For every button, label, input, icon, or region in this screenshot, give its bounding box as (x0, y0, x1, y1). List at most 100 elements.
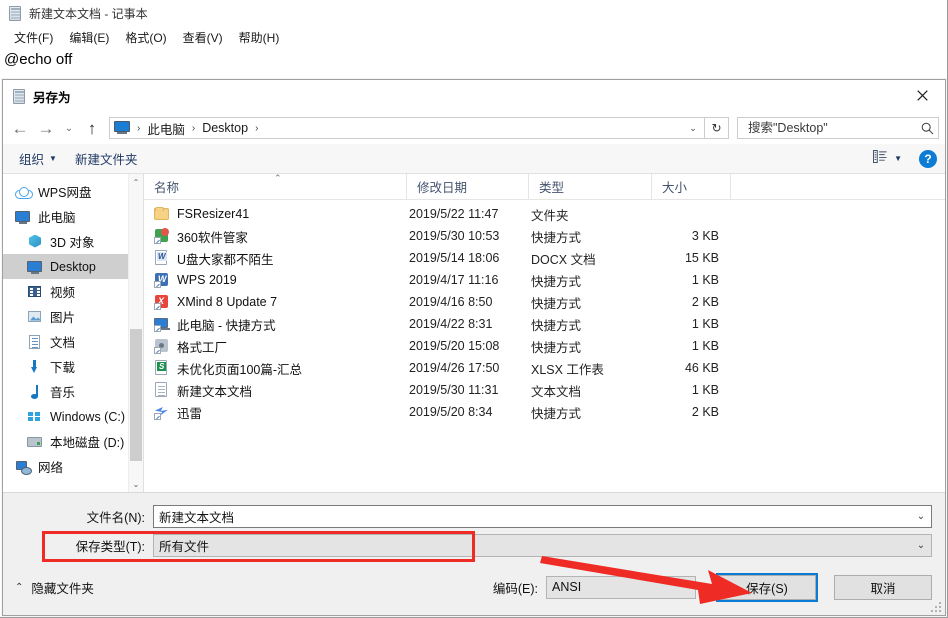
help-icon[interactable]: ? (919, 150, 937, 168)
scroll-down-icon[interactable]: ⌄ (129, 476, 143, 492)
refresh-icon[interactable]: ↻ (705, 117, 729, 139)
chevron-down-icon: ▼ (894, 154, 902, 163)
search-input[interactable] (746, 120, 921, 136)
file-name-cell: U盘大家都不陌生 (144, 249, 407, 268)
table-row[interactable]: 格式工厂 2019/5/20 15:08 快捷方式 1 KB (144, 335, 945, 357)
search-icon[interactable] (921, 122, 934, 135)
sidebar-item-music[interactable]: 音乐 (3, 379, 143, 404)
filename-label: 文件名(N): (13, 507, 153, 526)
notepad-title: 新建文本文档 - 记事本 (29, 5, 148, 22)
menu-file[interactable]: 文件(F) (6, 27, 61, 48)
file-type-cell: 快捷方式 (529, 403, 652, 422)
column-header-name[interactable]: 名称 ⌃ (144, 174, 407, 199)
close-icon[interactable] (900, 80, 945, 110)
notepad-icon (12, 89, 27, 104)
menu-view[interactable]: 查看(V) (175, 27, 231, 48)
table-row[interactable]: WPS 2019 2019/4/17 11:16 快捷方式 1 KB (144, 269, 945, 291)
column-header-date[interactable]: 修改日期 (407, 174, 529, 199)
file-size-cell: 2 KB (652, 295, 731, 309)
table-row[interactable]: U盘大家都不陌生 2019/5/14 18:06 DOCX 文档 15 KB (144, 247, 945, 269)
breadcrumb-item-this-pc[interactable]: 此电脑 (143, 118, 189, 139)
file-size-cell: 46 KB (652, 361, 731, 375)
column-header-type[interactable]: 类型 (529, 174, 652, 199)
word-icon (154, 250, 170, 266)
table-row[interactable]: FSResizer41 2019/5/22 11:47 文件夹 (144, 203, 945, 225)
sidebar-item-3d-objects[interactable]: 3D 对象 (3, 229, 143, 254)
navigation-bar: ← → ⌄ ↑ › 此电脑 › Desktop › ⌄ ↻ (3, 112, 945, 144)
back-icon[interactable]: ← (7, 115, 33, 141)
file-type-cell: 快捷方式 (529, 315, 652, 334)
sidebar-item-windows-c[interactable]: Windows (C:) (3, 404, 143, 429)
table-row[interactable]: 未优化页面100篇-汇总 2019/4/26 17:50 XLSX 工作表 46… (144, 357, 945, 379)
sidebar-item-local-disk-d[interactable]: 本地磁盘 (D:) (3, 429, 143, 454)
new-folder-button[interactable]: 新建文件夹 (69, 146, 144, 171)
resize-grip[interactable] (932, 603, 942, 613)
chevron-down-icon[interactable]: ⌄ (684, 123, 702, 134)
table-row[interactable]: XMind 8 Update 7 2019/4/16 8:50 快捷方式 2 K… (144, 291, 945, 313)
filename-input[interactable] (154, 508, 911, 524)
hide-folders-toggle[interactable]: ⌃ 隐藏文件夹 (15, 578, 94, 597)
file-type-cell: 快捷方式 (529, 271, 652, 290)
file-size-cell: 1 KB (652, 339, 731, 353)
recent-locations-icon[interactable]: ⌄ (59, 115, 79, 141)
sidebar-item-desktop[interactable]: Desktop (3, 254, 143, 279)
table-row[interactable]: 迅雷 2019/5/20 8:34 快捷方式 2 KB (144, 401, 945, 423)
scroll-up-icon[interactable]: ⌃ (129, 174, 143, 190)
file-name-cell: 此电脑 - 快捷方式 (144, 315, 407, 334)
column-header-size[interactable]: 大小 (652, 174, 731, 199)
file-name-cell: 新建文本文档 (144, 381, 407, 400)
up-icon[interactable]: ↑ (79, 115, 105, 141)
dialog-title: 另存为 (33, 87, 71, 106)
dialog-titlebar: 另存为 (3, 80, 945, 112)
navigation-sidebar: WPS网盘 此电脑 3D 对象 Desktop 视频 图片 文档 下载 音乐 W… (3, 174, 143, 492)
search-box[interactable] (737, 117, 939, 139)
file-type-cell: DOCX 文档 (529, 249, 652, 268)
chevron-down-icon[interactable]: ⌄ (911, 540, 931, 551)
scrollbar-thumb[interactable] (130, 329, 142, 461)
file-name-label: 360软件管家 (177, 227, 248, 246)
filetype-row: 保存类型(T): 所有文件 ⌄ (3, 531, 945, 559)
view-mode-button[interactable]: ▼ (868, 147, 907, 171)
file-size-cell: 15 KB (652, 251, 731, 265)
organize-button[interactable]: 组织 ▼ (13, 146, 63, 171)
folder-icon (154, 206, 170, 222)
table-row[interactable]: 360软件管家 2019/5/30 10:53 快捷方式 3 KB (144, 225, 945, 247)
sidebar-item-documents[interactable]: 文档 (3, 329, 143, 354)
file-name-label: FSResizer41 (177, 207, 249, 221)
table-row[interactable]: 新建文本文档 2019/5/30 11:31 文本文档 1 KB (144, 379, 945, 401)
cancel-button[interactable]: 取消 (834, 575, 932, 600)
file-date-cell: 2019/4/22 8:31 (407, 317, 529, 331)
sidebar-item-this-pc[interactable]: 此电脑 (3, 204, 143, 229)
sidebar-scrollbar[interactable]: ⌃ ⌄ (128, 174, 143, 492)
menu-format[interactable]: 格式(O) (117, 27, 174, 48)
forward-icon[interactable]: → (33, 115, 59, 141)
sidebar-item-downloads[interactable]: 下载 (3, 354, 143, 379)
sidebar-item-label: Desktop (50, 260, 96, 274)
thunder-icon (154, 404, 170, 420)
encoding-combobox[interactable]: ANSI (546, 576, 696, 599)
chevron-down-icon[interactable]: ⌄ (911, 511, 931, 522)
file-type-cell: 快捷方式 (529, 227, 652, 246)
file-name-cell: FSResizer41 (144, 206, 407, 222)
breadcrumb-item-desktop[interactable]: Desktop (198, 120, 252, 136)
drive-icon (27, 434, 43, 450)
table-row[interactable]: 此电脑 - 快捷方式 2019/4/22 8:31 快捷方式 1 KB (144, 313, 945, 335)
menu-help[interactable]: 帮助(H) (231, 27, 288, 48)
sidebar-item-pictures[interactable]: 图片 (3, 304, 143, 329)
sort-ascending-icon: ⌃ (274, 173, 282, 184)
save-button[interactable]: 保存(S) (718, 575, 816, 600)
filetype-combobox[interactable]: 所有文件 ⌄ (153, 534, 932, 557)
file-name-label: WPS 2019 (177, 273, 237, 287)
wps-icon (154, 272, 170, 288)
notepad-icon (8, 6, 23, 21)
sidebar-item-network[interactable]: 网络 (3, 454, 143, 479)
sidebar-item-wps-cloud[interactable]: WPS网盘 (3, 179, 143, 204)
file-date-cell: 2019/5/30 11:31 (407, 383, 529, 397)
chevron-up-icon: ⌃ (15, 582, 23, 593)
document-icon (27, 334, 43, 350)
breadcrumb[interactable]: › 此电脑 › Desktop › ⌄ (109, 117, 705, 139)
filename-combobox[interactable]: ⌄ (153, 505, 932, 528)
file-name-label: 格式工厂 (177, 337, 227, 356)
menu-edit[interactable]: 编辑(E) (61, 27, 117, 48)
sidebar-item-videos[interactable]: 视频 (3, 279, 143, 304)
